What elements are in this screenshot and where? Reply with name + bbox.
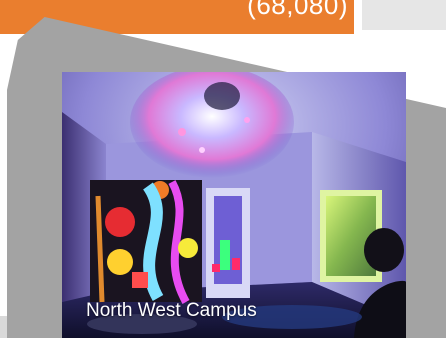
sensory-room-photo bbox=[62, 72, 406, 338]
stat-count: (68,080) bbox=[247, 0, 348, 20]
adjacent-tile[interactable] bbox=[362, 0, 446, 30]
campus-caption[interactable]: North West Campus bbox=[86, 300, 257, 322]
campus-photo[interactable] bbox=[62, 72, 406, 338]
page: (68,080) North West Campus bbox=[0, 0, 446, 338]
